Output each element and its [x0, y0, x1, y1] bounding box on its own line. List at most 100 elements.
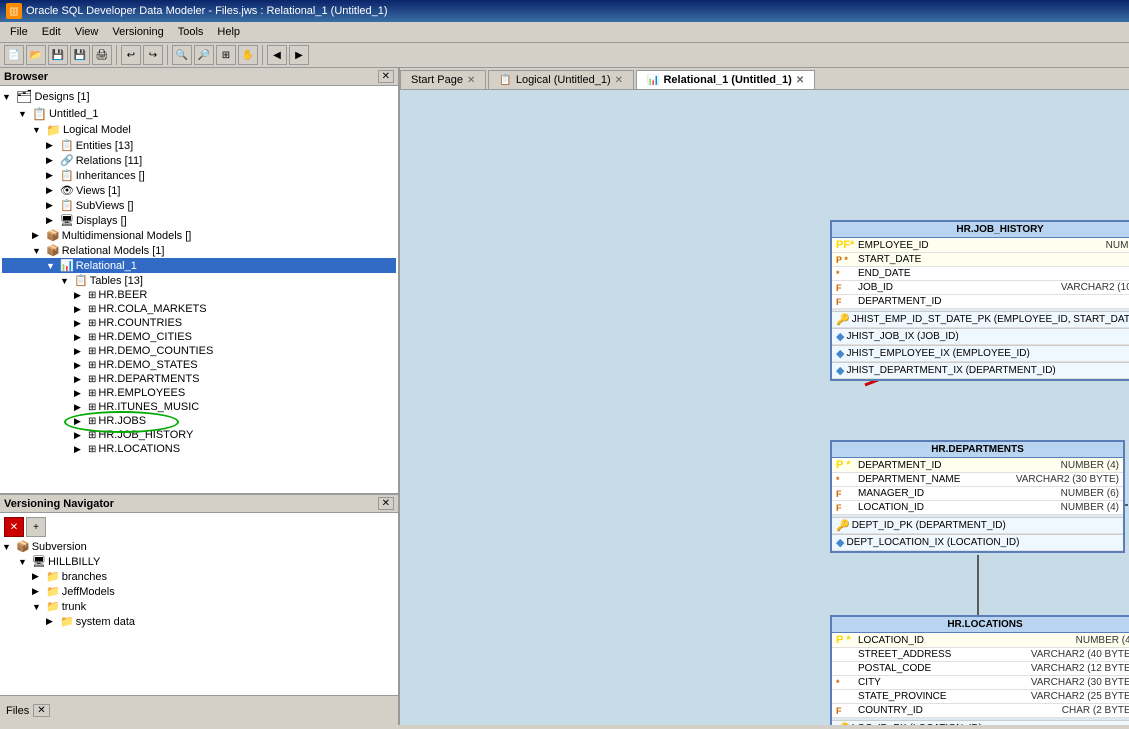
menu-versioning[interactable]: Versioning — [106, 24, 169, 40]
expand-views[interactable]: ▶ — [46, 185, 58, 196]
expand-demostates[interactable]: ▶ — [74, 360, 86, 371]
expand-democities[interactable]: ▶ — [74, 332, 86, 343]
expand-hillbilly[interactable]: ▼ — [18, 557, 30, 567]
expand-branches[interactable]: ▶ — [32, 571, 44, 582]
tree-relations[interactable]: ▶ 🔗 Relations [11] — [2, 153, 396, 168]
tree-table-democounties[interactable]: ▶ ⊞ HR.DEMO_COUNTIES — [2, 344, 396, 358]
tree-designs[interactable]: ▼ 🗂 Designs [1] — [2, 88, 396, 106]
tree-table-locations[interactable]: ▶ ⊞ HR.LOCATIONS — [2, 442, 396, 456]
expand-jobs[interactable]: ▶ — [74, 416, 86, 427]
expand-tables[interactable]: ▼ — [60, 276, 72, 286]
expand-designs[interactable]: ▼ — [2, 92, 14, 102]
tab-relational-close[interactable]: ✕ — [796, 75, 804, 86]
expand-logical[interactable]: ▼ — [32, 125, 44, 135]
menu-tools[interactable]: Tools — [172, 24, 210, 40]
jh-row-jobid: F JOB_ID VARCHAR2 (10 BYTE) — [832, 281, 1129, 295]
table-employees-label: HR.EMPLOYEES — [98, 387, 185, 399]
loc-postal-name: POSTAL_CODE — [858, 663, 1029, 674]
tree-table-jobhistory[interactable]: ▶ ⊞ HR.JOB_HISTORY — [2, 428, 396, 442]
tree-entities[interactable]: ▶ 📋 Entities [13] — [2, 138, 396, 153]
versioning-close-btn[interactable]: ✕ — [378, 497, 394, 510]
tree-tables[interactable]: ▼ 📋 Tables [13] — [2, 273, 396, 288]
tb-new[interactable]: 📄 — [4, 45, 24, 65]
tb-redo[interactable]: ↪ — [143, 45, 163, 65]
tb-zoom-out[interactable]: 🔎 — [194, 45, 214, 65]
tb-pan[interactable]: ✋ — [238, 45, 258, 65]
expand-displays[interactable]: ▶ — [46, 215, 58, 226]
expand-relational[interactable]: ▼ — [32, 246, 44, 256]
tb-save-all[interactable]: 💾 — [70, 45, 90, 65]
tree-branches[interactable]: ▶ 📁 branches — [2, 569, 396, 584]
tree-jeffmodels[interactable]: ▶ 📁 JeffModels — [2, 584, 396, 599]
tab-start-close[interactable]: ✕ — [467, 75, 475, 86]
tb-save[interactable]: 💾 — [48, 45, 68, 65]
menu-edit[interactable]: Edit — [36, 24, 67, 40]
tree-hillbilly[interactable]: ▼ 🖥 HILLBILLY — [2, 554, 396, 569]
tree-views[interactable]: ▶ 👁 Views [1] — [2, 183, 396, 198]
files-close-btn[interactable]: ✕ — [33, 704, 49, 717]
tab-start-page[interactable]: Start Page ✕ — [400, 70, 486, 89]
tree-table-itunes[interactable]: ▶ ⊞ HR.ITUNES_MUSIC — [2, 400, 396, 414]
browser-close-btn[interactable]: ✕ — [378, 70, 394, 83]
tree-table-demostates[interactable]: ▶ ⊞ HR.DEMO_STATES — [2, 358, 396, 372]
tree-inheritances[interactable]: ▶ 📋 Inheritances [] — [2, 168, 396, 183]
tree-multidim[interactable]: ▶ 📦 Multidimensional Models [] — [2, 228, 396, 243]
diagram-canvas[interactable]: HR.JOB_HISTORY PF* EMPLOYEE_ID NUMBER (6… — [400, 90, 1129, 725]
tb-print[interactable]: 🖨 — [92, 45, 112, 65]
tab-relational[interactable]: 📊 Relational_1 (Untitled_1) ✕ — [636, 70, 815, 89]
tb-forward[interactable]: ▶ — [289, 45, 309, 65]
expand-systemdata[interactable]: ▶ — [46, 616, 58, 627]
expand-trunk[interactable]: ▼ — [32, 602, 44, 612]
expand-countries[interactable]: ▶ — [74, 318, 86, 329]
tree-table-countries[interactable]: ▶ ⊞ HR.COUNTRIES — [2, 316, 396, 330]
versioning-add-btn[interactable]: + — [26, 517, 46, 537]
expand-subversion[interactable]: ▼ — [2, 542, 14, 552]
menu-view[interactable]: View — [69, 24, 105, 40]
jh-pk-name: JHIST_EMP_ID_ST_DATE_PK (EMPLOYEE_ID, ST… — [852, 314, 1129, 325]
expand-jobhistory[interactable]: ▶ — [74, 430, 86, 441]
expand-relational1[interactable]: ▼ — [46, 261, 58, 271]
tree-table-departments[interactable]: ▶ ⊞ HR.DEPARTMENTS — [2, 372, 396, 386]
expand-inheritances[interactable]: ▶ — [46, 170, 58, 181]
menu-file[interactable]: File — [4, 24, 34, 40]
tree-untitled1[interactable]: ▼ 📋 Untitled_1 — [2, 106, 396, 122]
tree-logical-model[interactable]: ▼ 📁 Logical Model — [2, 122, 396, 138]
tree-relational1[interactable]: ▼ 📊 Relational_1 — [2, 258, 396, 273]
expand-untitled1[interactable]: ▼ — [18, 109, 30, 119]
expand-cola[interactable]: ▶ — [74, 304, 86, 315]
app-icon: 🗄 — [6, 3, 22, 19]
tree-table-jobs[interactable]: ▶ ⊞ HR.JOBS — [2, 414, 396, 428]
tree-subversion[interactable]: ▼ 📦 Subversion — [2, 539, 396, 554]
expand-jeffmodels[interactable]: ▶ — [32, 586, 44, 597]
tree-table-beer[interactable]: ▶ ⊞ HR.BEER — [2, 288, 396, 302]
tb-back[interactable]: ◀ — [267, 45, 287, 65]
expand-entities[interactable]: ▶ — [46, 140, 58, 151]
tab-logical-close[interactable]: ✕ — [615, 75, 623, 86]
tree-table-cola[interactable]: ▶ ⊞ HR.COLA_MARKETS — [2, 302, 396, 316]
tree-systemdata[interactable]: ▶ 📁 system data — [2, 614, 396, 629]
tree-table-democities[interactable]: ▶ ⊞ HR.DEMO_CITIES — [2, 330, 396, 344]
expand-relations[interactable]: ▶ — [46, 155, 58, 166]
tree-relational[interactable]: ▼ 📦 Relational Models [1] — [2, 243, 396, 258]
tree-table-employees[interactable]: ▶ ⊞ HR.EMPLOYEES — [2, 386, 396, 400]
menu-help[interactable]: Help — [211, 24, 246, 40]
tb-zoom-in[interactable]: 🔍 — [172, 45, 192, 65]
expand-employees[interactable]: ▶ — [74, 388, 86, 399]
expand-beer[interactable]: ▶ — [74, 290, 86, 301]
tree-trunk[interactable]: ▼ 📁 trunk — [2, 599, 396, 614]
versioning-remove-btn[interactable]: ✕ — [4, 517, 24, 537]
table-jobhistory-label: HR.JOB_HISTORY — [98, 429, 193, 441]
dept-pk-icon: 🔑 — [836, 519, 850, 532]
tab-logical[interactable]: 📋 Logical (Untitled_1) ✕ — [488, 70, 634, 89]
expand-locations[interactable]: ▶ — [74, 444, 86, 455]
tree-displays[interactable]: ▶ 🖥 Displays [] — [2, 213, 396, 228]
expand-departments[interactable]: ▶ — [74, 374, 86, 385]
expand-itunes[interactable]: ▶ — [74, 402, 86, 413]
tb-undo[interactable]: ↩ — [121, 45, 141, 65]
expand-democounties[interactable]: ▶ — [74, 346, 86, 357]
tb-open[interactable]: 📂 — [26, 45, 46, 65]
expand-subviews[interactable]: ▶ — [46, 200, 58, 211]
tree-subviews[interactable]: ▶ 📋 SubViews [] — [2, 198, 396, 213]
expand-multidim[interactable]: ▶ — [32, 230, 44, 241]
tb-fit[interactable]: ⊞ — [216, 45, 236, 65]
